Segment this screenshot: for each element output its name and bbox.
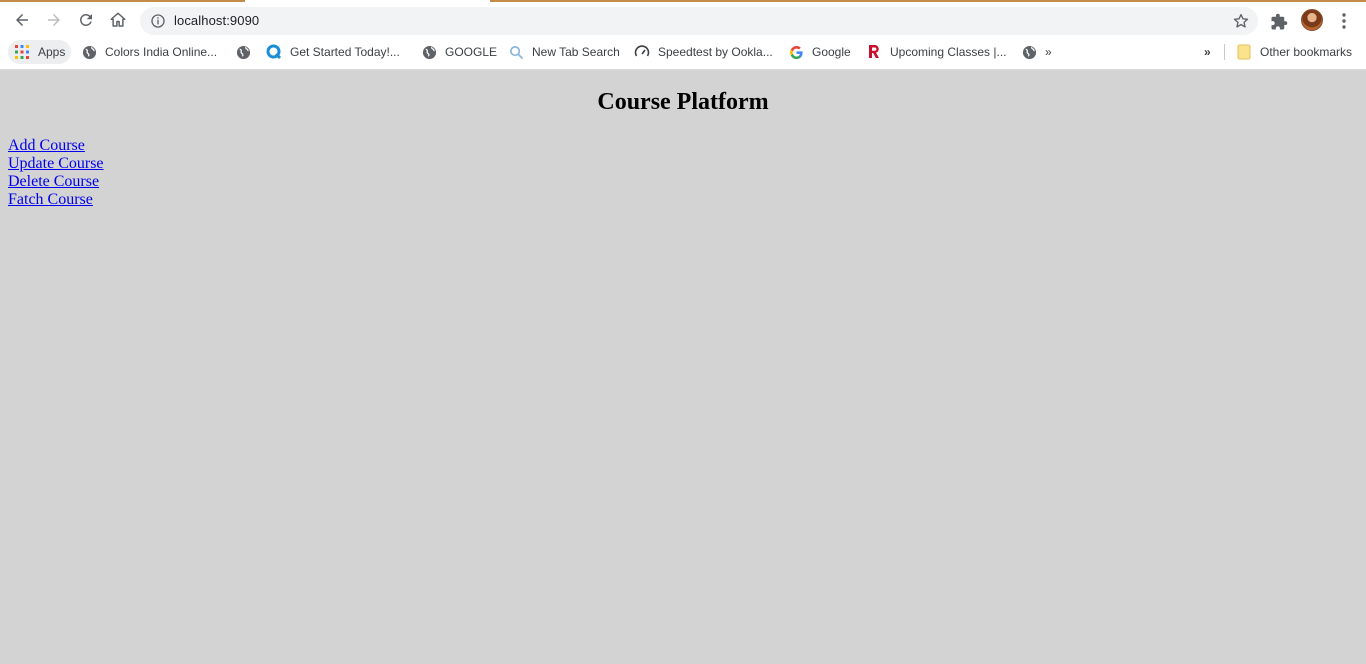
add-course-link[interactable]: Add Course <box>8 137 104 155</box>
update-course-link[interactable]: Update Course <box>8 155 104 173</box>
page-title: Course Platform <box>597 89 769 115</box>
loading-bar <box>0 0 245 2</box>
info-icon[interactable] <box>150 13 166 29</box>
arrow-left-icon <box>16 14 28 26</box>
kebab-menu-icon[interactable] <box>1337 12 1351 30</box>
globe-icon <box>81 44 97 60</box>
bookmark-label: GOOGLE <box>445 45 498 59</box>
bookmark-label: Get Started Today!... <box>290 45 400 59</box>
bookmark-apps[interactable]: Apps <box>8 40 72 64</box>
bookmark-get-started[interactable]: Get Started Today!... <box>266 40 400 64</box>
arrow-right-icon <box>48 14 60 26</box>
reload-button[interactable] <box>72 6 100 34</box>
back-button[interactable] <box>8 6 36 34</box>
bookmark-label: Colors India Online... <box>105 45 218 59</box>
address-bar[interactable]: localhost:9090 <box>140 7 1258 35</box>
bookmark-label: Upcoming Classes |... <box>890 45 1007 59</box>
chevrons-right-icon: » <box>1204 45 1211 59</box>
r-logo-icon <box>866 44 882 60</box>
bookmark-more[interactable]: » <box>1021 40 1052 64</box>
search-icon <box>508 44 524 60</box>
page-content: Course Platform Add Course Update Course… <box>0 71 1366 664</box>
home-button[interactable] <box>104 6 132 34</box>
bookmark-label: Apps <box>38 45 66 59</box>
puzzle-icon[interactable] <box>1270 13 1288 31</box>
profile-avatar[interactable] <box>1301 9 1323 31</box>
globe-icon <box>421 44 437 60</box>
bookmark-label: » <box>1045 45 1052 59</box>
bookmark-speedtest[interactable]: Speedtest by Ookla... <box>634 40 773 64</box>
home-icon <box>110 12 126 27</box>
apps-grid-icon <box>14 44 30 60</box>
browser-toolbar: localhost:9090 <box>0 4 1366 36</box>
globe-icon <box>235 44 251 60</box>
reload-icon <box>79 13 92 26</box>
forward-button[interactable] <box>40 6 68 34</box>
bookmark-label: New Tab Search <box>532 45 620 59</box>
bookmark-google-upper[interactable]: GOOGLE <box>421 40 497 64</box>
folder-icon <box>1236 44 1252 60</box>
bookmark-google[interactable]: Google <box>788 40 851 64</box>
bookmark-untitled[interactable] <box>235 40 259 64</box>
globe-icon <box>1021 44 1037 60</box>
google-g-icon <box>788 44 804 60</box>
fetch-course-link[interactable]: Fatch Course <box>8 191 104 209</box>
course-links: Add Course Update Course Delete Course F… <box>8 137 104 209</box>
url-text[interactable]: localhost:9090 <box>174 13 259 28</box>
loading-bar <box>490 0 1366 2</box>
bookmark-upcoming-classes[interactable]: Upcoming Classes |... <box>866 40 1007 64</box>
browser-chrome: localhost:9090 Apps Colors India Online.… <box>0 0 1366 70</box>
bookmarks-bar: Apps Colors India Online... Get Started … <box>0 38 1366 66</box>
bookmark-label: Google <box>812 45 851 59</box>
bookmarks-separator <box>1224 44 1225 60</box>
q-logo-icon <box>266 44 282 60</box>
bookmarks-overflow-button[interactable]: » <box>1204 40 1211 64</box>
other-bookmarks-folder[interactable]: Other bookmarks <box>1236 40 1352 64</box>
bookmark-colors-india[interactable]: Colors India Online... <box>81 40 217 64</box>
bookmark-label: Other bookmarks <box>1260 45 1353 59</box>
bookmark-label: Speedtest by Ookla... <box>658 45 773 59</box>
delete-course-link[interactable]: Delete Course <box>8 173 104 191</box>
star-icon[interactable] <box>1232 12 1250 30</box>
speedometer-icon <box>634 44 650 60</box>
bookmark-new-tab-search[interactable]: New Tab Search <box>508 40 620 64</box>
